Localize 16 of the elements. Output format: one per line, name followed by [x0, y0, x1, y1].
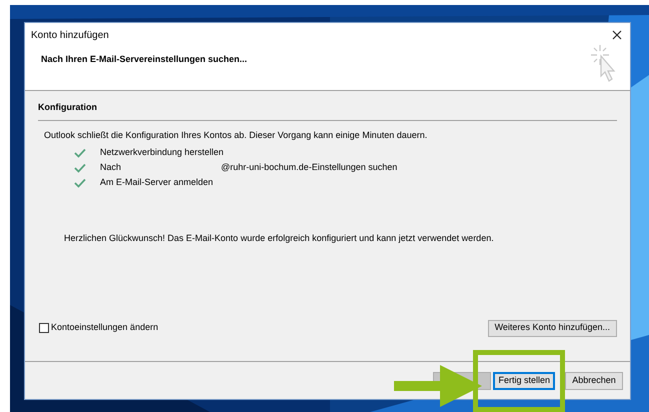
finish-button[interactable]: Fertig stellen: [493, 372, 555, 390]
close-icon[interactable]: [612, 30, 622, 40]
success-message: Herzlichen Glückwunsch! Das E-Mail-Konto wurde erfolgreich konfiguriert und kann jetzt verwendet werden.: [64, 232, 495, 245]
step-label: @ruhr-uni-bochum.de-Einstellungen suchen: [221, 161, 398, 174]
cursor-click-icon: [590, 43, 618, 83]
step-label: Netzwerkverbindung herstellen: [100, 146, 224, 160]
checkbox-label: Kontoeinstellungen ändern: [51, 321, 158, 334]
window-title: Konto hinzufügen: [31, 28, 109, 42]
checkbox[interactable]: [39, 323, 49, 333]
step-label: Nach: [100, 161, 122, 174]
step-label: Am E-Mail-Server anmelden: [100, 176, 214, 190]
cancel-button[interactable]: Abbrechen: [565, 372, 623, 390]
section-title: Konfiguration: [38, 101, 617, 120]
add-account-button[interactable]: Weiteres Konto hinzufügen...: [488, 320, 617, 336]
header-title: Nach Ihren E-Mail-Servereinstellungen suchen...: [41, 53, 248, 66]
intro-text: Outlook schließt die Konfiguration Ihres Kontos ab. Dieser Vorgang kann einige Minuten dauern.: [44, 128, 428, 142]
